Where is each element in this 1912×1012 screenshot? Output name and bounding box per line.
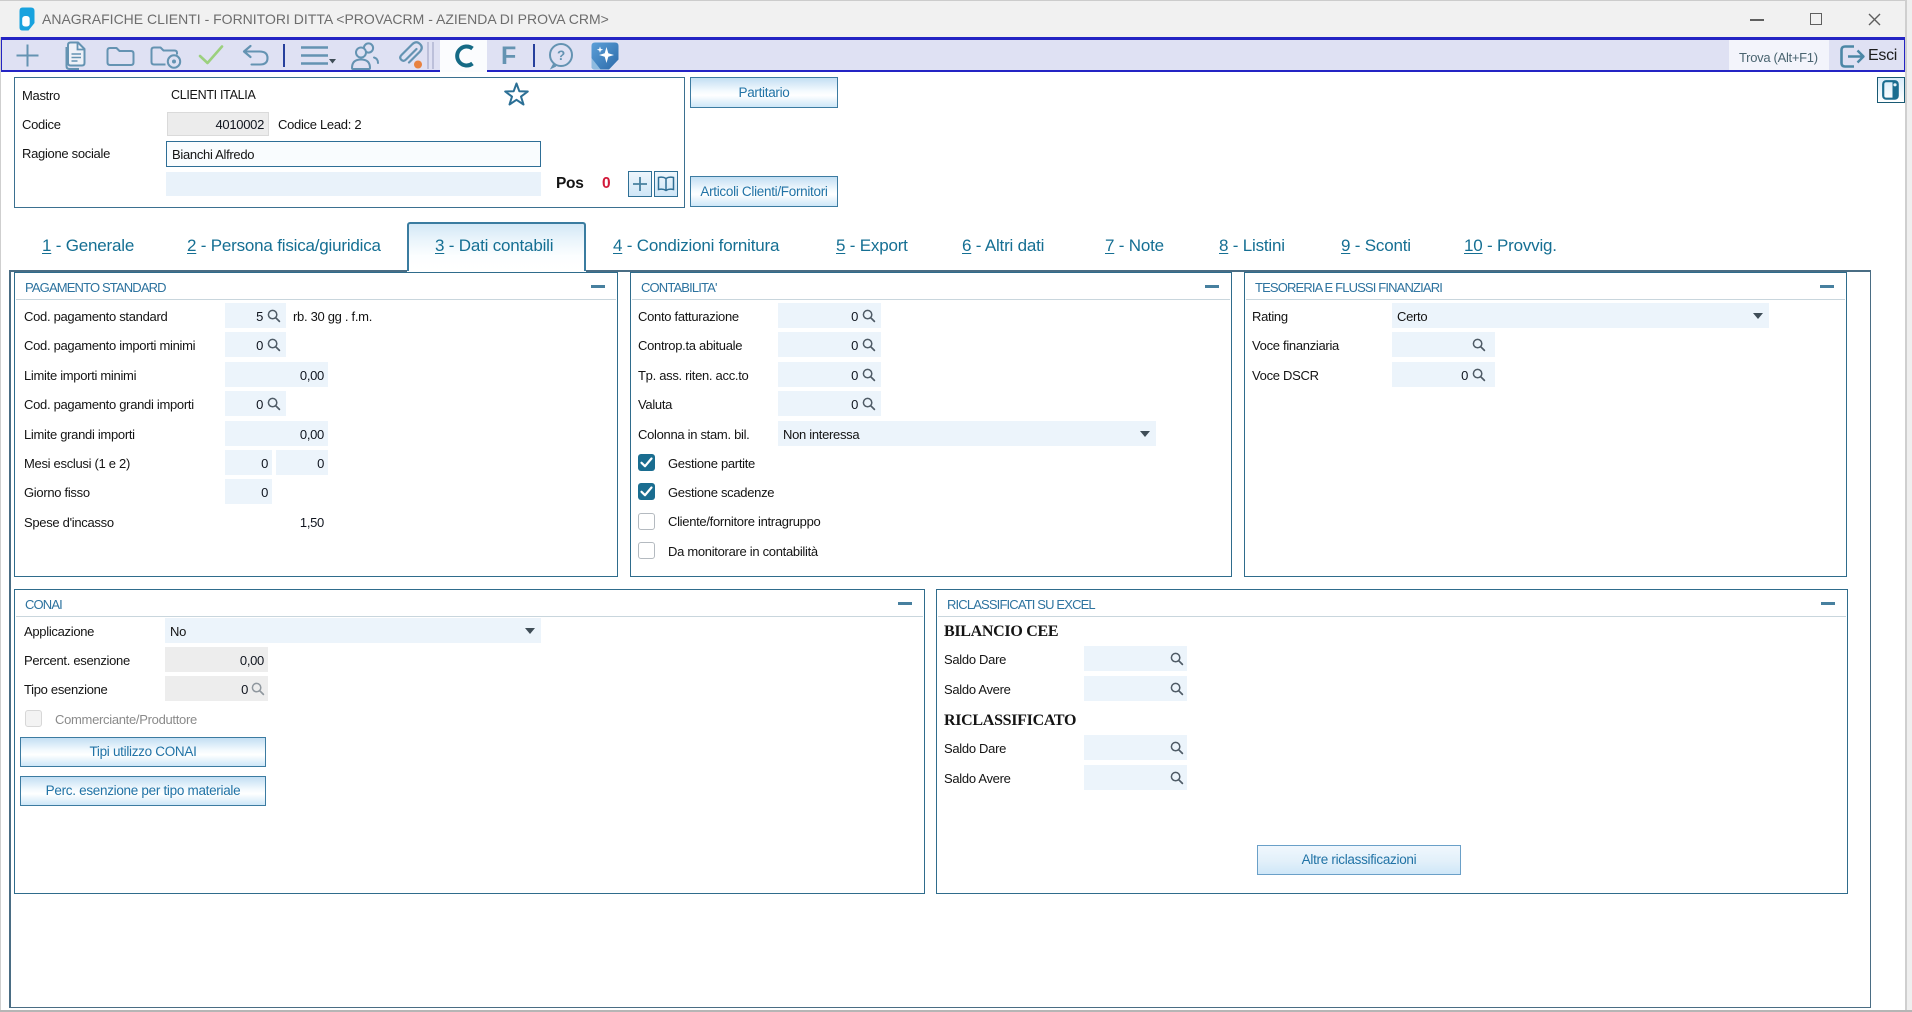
svg-text:?: ? (557, 48, 565, 63)
